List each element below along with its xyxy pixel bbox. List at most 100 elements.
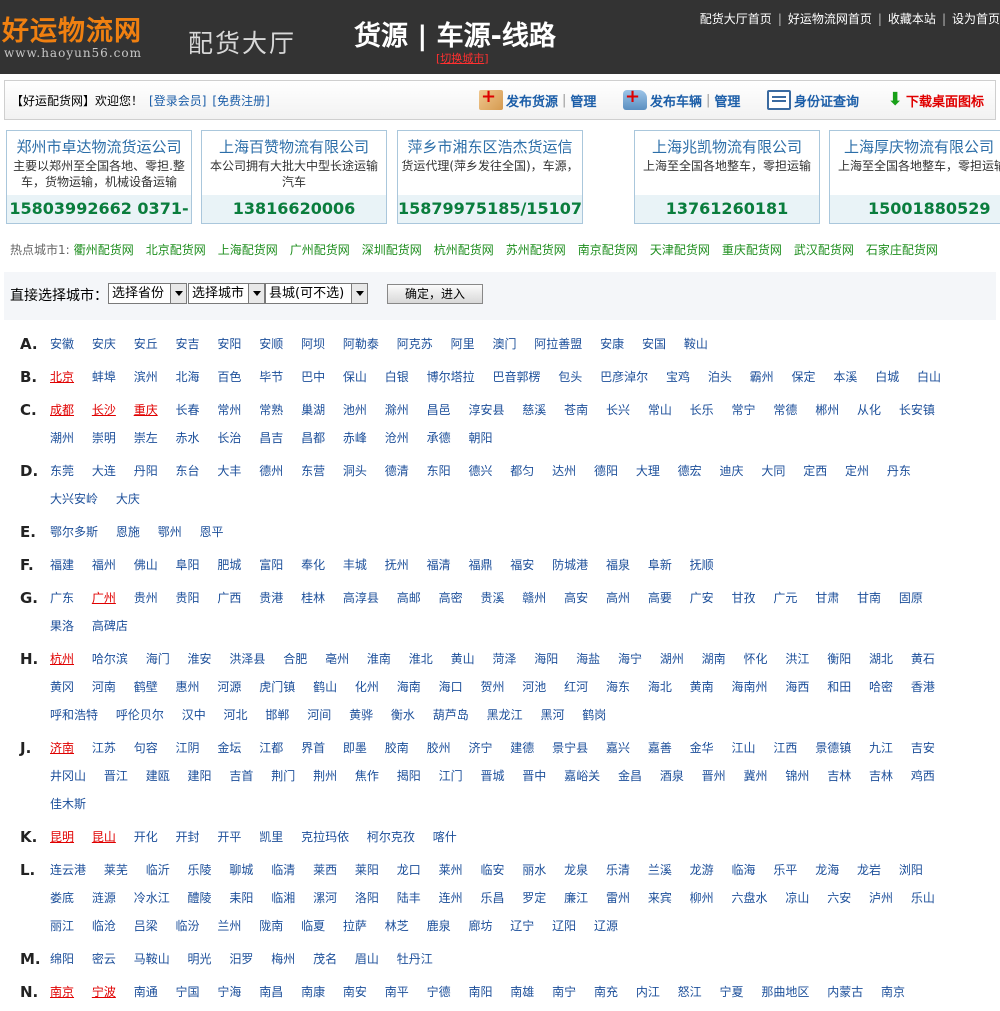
city-link[interactable]: 丽江 (50, 919, 74, 933)
city-link[interactable]: 佳木斯 (50, 797, 86, 811)
city-link[interactable]: 吉林 (869, 769, 893, 783)
city-link[interactable]: 郴州 (815, 403, 839, 417)
city-link[interactable]: 南充 (594, 985, 618, 999)
city-link[interactable]: 洪江 (785, 652, 809, 666)
city-link[interactable]: 开化 (134, 830, 158, 844)
city-link[interactable]: 冷水江 (134, 891, 170, 905)
city-link[interactable]: 南雄 (510, 985, 534, 999)
login-link[interactable]: [登录会员] (149, 94, 206, 108)
hot-city-link[interactable]: 南京配货网 (578, 243, 638, 257)
city-link[interactable]: 澳门 (492, 337, 516, 351)
city-link[interactable]: 贵州 (134, 591, 158, 605)
city-link[interactable]: 长沙 (92, 403, 116, 417)
city-link[interactable]: 辽源 (594, 919, 618, 933)
city-link[interactable]: 莱州 (439, 863, 463, 877)
city-link[interactable]: 井冈山 (50, 769, 86, 783)
city-link[interactable]: 蚌埠 (92, 370, 116, 384)
city-link[interactable]: 吉安 (911, 741, 935, 755)
register-link[interactable]: [免费注册] (212, 94, 269, 108)
city-link[interactable]: 奉化 (301, 558, 325, 572)
city-link[interactable]: 福安 (510, 558, 534, 572)
city-link[interactable]: 临湘 (271, 891, 295, 905)
city-link[interactable]: 达州 (552, 464, 576, 478)
hot-city-link[interactable]: 苏州配货网 (506, 243, 566, 257)
city-link[interactable]: 贵溪 (480, 591, 504, 605)
city-link[interactable]: 湖州 (660, 652, 684, 666)
ad-card[interactable]: 上海百赞物流有限公司 本公司拥有大批大中型长途运输汽车 13816620006 (201, 130, 387, 224)
city-link[interactable]: 南宁 (552, 985, 576, 999)
city-link[interactable]: 和田 (827, 680, 851, 694)
city-link[interactable]: 临安 (480, 863, 504, 877)
city-link[interactable]: 崇明 (92, 431, 116, 445)
city-link[interactable]: 黑河 (540, 708, 564, 722)
city-link[interactable]: 白城 (875, 370, 899, 384)
city-link[interactable]: 阿克苏 (397, 337, 433, 351)
city-link[interactable]: 喀什 (433, 830, 457, 844)
city-link[interactable]: 临沧 (92, 919, 116, 933)
city-link[interactable]: 连州 (439, 891, 463, 905)
city-link[interactable]: 鄂州 (158, 525, 182, 539)
city-link[interactable]: 连云港 (50, 863, 86, 877)
city-link[interactable]: 高碑店 (92, 619, 128, 633)
city-link[interactable]: 金昌 (618, 769, 642, 783)
city-link[interactable]: 德宏 (678, 464, 702, 478)
city-link[interactable]: 宁夏 (720, 985, 744, 999)
city-link[interactable]: 本溪 (833, 370, 857, 384)
city-link[interactable]: 海阳 (534, 652, 558, 666)
city-link[interactable]: 晋江 (104, 769, 128, 783)
city-link[interactable]: 安阳 (217, 337, 241, 351)
city-link[interactable]: 柯尔克孜 (367, 830, 415, 844)
city-link[interactable]: 南阳 (468, 985, 492, 999)
city-link[interactable]: 大兴安岭 (50, 492, 98, 506)
city-link[interactable]: 安吉 (176, 337, 200, 351)
city-link[interactable]: 东莞 (50, 464, 74, 478)
city-link[interactable]: 常山 (648, 403, 672, 417)
city-link[interactable]: 即墨 (343, 741, 367, 755)
hot-city-link[interactable]: 广州配货网 (290, 243, 350, 257)
city-link[interactable]: 揭阳 (397, 769, 421, 783)
city-link[interactable]: 河源 (217, 680, 241, 694)
hot-city-link[interactable]: 重庆配货网 (722, 243, 782, 257)
city-link[interactable]: 定西 (803, 464, 827, 478)
city-link[interactable]: 巴中 (301, 370, 325, 384)
city-link[interactable]: 开平 (217, 830, 241, 844)
city-link[interactable]: 莱西 (313, 863, 337, 877)
city-link[interactable]: 龙泉 (564, 863, 588, 877)
city-link[interactable]: 海口 (439, 680, 463, 694)
city-select[interactable]: 选择城市 (188, 283, 265, 304)
city-link[interactable]: 金坛 (217, 741, 241, 755)
city-link[interactable]: 香港 (911, 680, 935, 694)
ad-company[interactable]: 萍乡市湘东区浩杰货运信 (398, 138, 582, 156)
city-link[interactable]: 昆山 (92, 830, 116, 844)
city-link[interactable]: 海东 (606, 680, 630, 694)
city-link[interactable]: 滁州 (385, 403, 409, 417)
city-link[interactable]: 江门 (439, 769, 463, 783)
city-link[interactable]: 克拉玛依 (301, 830, 349, 844)
city-link[interactable]: 绵阳 (50, 952, 74, 966)
city-link[interactable]: 洛阳 (355, 891, 379, 905)
city-link[interactable]: 丹阳 (134, 464, 158, 478)
city-link[interactable]: 定州 (845, 464, 869, 478)
city-link[interactable]: 廉江 (564, 891, 588, 905)
city-link[interactable]: 昌邑 (427, 403, 451, 417)
hot-city-link[interactable]: 天津配货网 (650, 243, 710, 257)
city-link[interactable]: 乐陵 (188, 863, 212, 877)
city-link[interactable]: 晋城 (480, 769, 504, 783)
city-link[interactable]: 防城港 (552, 558, 588, 572)
city-link[interactable]: 抚顺 (690, 558, 714, 572)
city-link[interactable]: 九江 (869, 741, 893, 755)
city-link[interactable]: 阿勒泰 (343, 337, 379, 351)
city-link[interactable]: 辽宁 (510, 919, 534, 933)
city-link[interactable]: 临海 (732, 863, 756, 877)
city-link[interactable]: 南通 (134, 985, 158, 999)
city-link[interactable]: 迪庆 (720, 464, 744, 478)
city-link[interactable]: 长安镇 (899, 403, 935, 417)
city-link[interactable]: 抚州 (385, 558, 409, 572)
city-link[interactable]: 河北 (224, 708, 248, 722)
city-link[interactable]: 慈溪 (522, 403, 546, 417)
city-link[interactable]: 宝鸡 (666, 370, 690, 384)
city-link[interactable]: 安丘 (134, 337, 158, 351)
city-link[interactable]: 高邮 (397, 591, 421, 605)
city-link[interactable]: 密云 (92, 952, 116, 966)
city-link[interactable]: 大理 (636, 464, 660, 478)
